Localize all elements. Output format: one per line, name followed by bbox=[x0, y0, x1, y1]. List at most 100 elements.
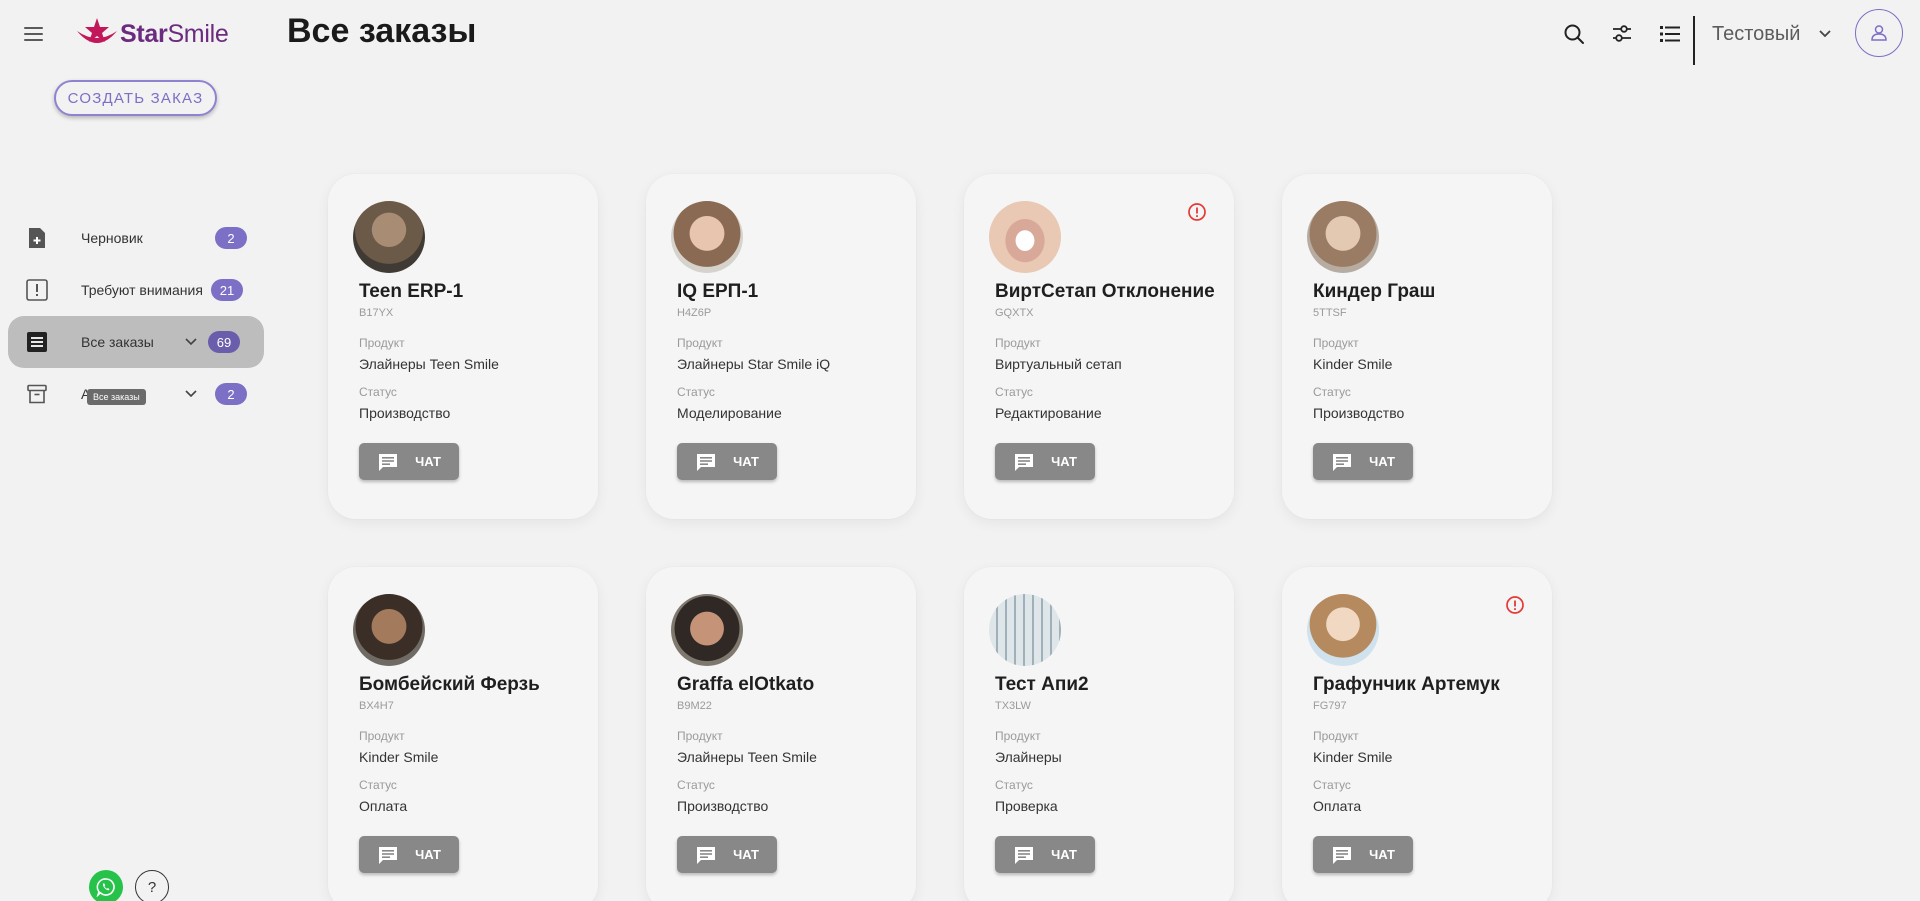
order-code: 5TTSF bbox=[1313, 307, 1347, 319]
chat-button[interactable]: ЧАТ bbox=[359, 443, 459, 480]
order-card[interactable]: Киндер Граш 5TTSF Продукт Kinder Smile Стату… bbox=[1282, 174, 1552, 519]
chat-icon bbox=[1015, 453, 1034, 471]
alert-icon bbox=[1505, 595, 1525, 615]
sidebar-count-badge: 2 bbox=[215, 227, 247, 249]
file-plus-icon bbox=[26, 227, 48, 249]
patient-photo bbox=[671, 201, 743, 273]
chat-icon bbox=[1015, 846, 1034, 864]
sidebar-count-badge: 2 bbox=[215, 383, 247, 405]
status-label: Статус bbox=[995, 778, 1033, 792]
product-label: Продукт bbox=[677, 336, 723, 350]
patient-photo bbox=[353, 594, 425, 666]
order-code: TX3LW bbox=[995, 700, 1031, 712]
order-card[interactable]: Graffa elOtkato B9M22 Продукт Элайнеры Teen… bbox=[646, 567, 916, 901]
chat-button[interactable]: ЧАТ bbox=[677, 443, 777, 480]
tooltip: Все заказы bbox=[87, 389, 146, 405]
product-value: Элайнеры Teen Smile bbox=[359, 356, 499, 372]
product-value: Kinder Smile bbox=[1313, 749, 1393, 765]
chat-button[interactable]: ЧАТ bbox=[1313, 443, 1413, 480]
user-profile-button[interactable] bbox=[1855, 9, 1903, 57]
status-label: Статус bbox=[359, 385, 397, 399]
star-logo-icon bbox=[77, 18, 117, 43]
whatsapp-icon bbox=[96, 878, 115, 897]
patient-photo bbox=[671, 594, 743, 666]
whatsapp-button[interactable] bbox=[89, 870, 123, 901]
order-code: BX4H7 bbox=[359, 700, 394, 712]
chat-button-label: ЧАТ bbox=[733, 847, 759, 862]
status-value: Редактирование bbox=[995, 405, 1102, 421]
product-label: Продукт bbox=[1313, 729, 1359, 743]
user-icon bbox=[1871, 25, 1887, 41]
chat-button-label: ЧАТ bbox=[1051, 454, 1077, 469]
product-label: Продукт bbox=[677, 729, 723, 743]
account-name: Тестовый bbox=[1712, 22, 1801, 45]
logo-text: StarSmile bbox=[120, 19, 229, 48]
order-card[interactable]: Бомбейский Ферзь BX4H7 Продукт Kinder Smile… bbox=[328, 567, 598, 901]
chevron-down-icon[interactable] bbox=[183, 334, 199, 350]
order-name: Тест Апи2 bbox=[995, 674, 1089, 695]
order-card[interactable]: Тест Апи2 TX3LW Продукт Элайнеры Статус Прове… bbox=[964, 567, 1234, 901]
chat-button[interactable]: ЧАТ bbox=[677, 836, 777, 873]
product-value: Kinder Smile bbox=[359, 749, 439, 765]
order-card[interactable]: Графунчик Артемук FG797 Продукт Kinder Smil… bbox=[1282, 567, 1552, 901]
patient-photo bbox=[1307, 201, 1379, 273]
status-label: Статус bbox=[1313, 778, 1351, 792]
status-value: Оплата bbox=[1313, 798, 1362, 814]
order-card[interactable]: Teen ERP-1 B17YX Продукт Элайнеры Teen Smil… bbox=[328, 174, 598, 519]
list-view-icon[interactable] bbox=[1654, 18, 1686, 50]
chat-button[interactable]: ЧАТ bbox=[359, 836, 459, 873]
product-label: Продукт bbox=[1313, 336, 1359, 350]
product-value: Элайнеры Star Smile iQ bbox=[677, 356, 831, 372]
menu-icon[interactable] bbox=[22, 24, 46, 44]
product-label: Продукт bbox=[995, 336, 1041, 350]
product-value: Элайнеры bbox=[995, 749, 1062, 765]
status-label: Статус bbox=[359, 778, 397, 792]
chat-icon bbox=[697, 846, 716, 864]
filter-sliders-icon[interactable] bbox=[1606, 18, 1638, 50]
sidebar-count-badge: 21 bbox=[211, 279, 243, 301]
sidebar-item-label: Требуют внимания bbox=[81, 282, 203, 298]
order-name: Бомбейский Ферзь bbox=[359, 674, 540, 695]
logo[interactable]: StarSmile bbox=[74, 14, 229, 54]
search-icon[interactable] bbox=[1558, 18, 1590, 50]
order-card[interactable]: ВиртСетап Отклонение GQXTX Продукт Виртуаль… bbox=[964, 174, 1234, 519]
chat-button[interactable]: ЧАТ bbox=[995, 443, 1095, 480]
order-code: B17YX bbox=[359, 307, 394, 319]
patient-photo bbox=[1307, 594, 1379, 666]
order-card[interactable]: IQ ЕРП-1 H4Z6P Продукт Элайнеры Star Smile … bbox=[646, 174, 916, 519]
patient-photo bbox=[353, 201, 425, 273]
status-label: Статус bbox=[1313, 385, 1351, 399]
alert-icon bbox=[1187, 202, 1207, 222]
archive-icon bbox=[26, 383, 48, 405]
chat-icon bbox=[379, 846, 398, 864]
sidebar-item-drafts[interactable]: Черновик 2 bbox=[8, 212, 264, 264]
status-value: Моделирование bbox=[677, 405, 782, 421]
sidebar-item-attention[interactable]: Требуют внимания 21 bbox=[8, 264, 264, 316]
help-button[interactable]: ? bbox=[135, 870, 169, 901]
chat-button-label: ЧАТ bbox=[1051, 847, 1077, 862]
chat-button-label: ЧАТ bbox=[415, 847, 441, 862]
product-label: Продукт bbox=[359, 336, 405, 350]
chat-button[interactable]: ЧАТ bbox=[1313, 836, 1413, 873]
create-order-button[interactable]: СОЗДАТЬ ЗАКАЗ bbox=[54, 80, 217, 116]
order-name: Киндер Граш bbox=[1313, 281, 1436, 302]
sidebar-item-label: Черновик bbox=[81, 230, 143, 246]
account-selector[interactable]: Тестовый bbox=[1712, 18, 1832, 50]
product-label: Продукт bbox=[359, 729, 405, 743]
product-value: Элайнеры Teen Smile bbox=[677, 749, 817, 765]
order-code: FG797 bbox=[1313, 700, 1347, 712]
product-value: Виртуальный сетап bbox=[995, 356, 1122, 372]
list-doc-icon bbox=[26, 331, 48, 353]
chat-icon bbox=[697, 453, 716, 471]
patient-photo bbox=[989, 201, 1061, 273]
page-title: Все заказы bbox=[287, 12, 477, 50]
order-name: IQ ЕРП-1 bbox=[677, 281, 759, 302]
status-value: Оплата bbox=[359, 798, 408, 814]
order-name: Графунчик Артемук bbox=[1313, 674, 1500, 695]
order-code: H4Z6P bbox=[677, 307, 712, 319]
chevron-down-icon[interactable] bbox=[183, 386, 199, 402]
sidebar-item-all-orders[interactable]: Все заказы 69 bbox=[8, 316, 264, 368]
order-name: Teen ERP-1 bbox=[359, 281, 464, 302]
status-value: Производство bbox=[677, 798, 769, 814]
chat-button[interactable]: ЧАТ bbox=[995, 836, 1095, 873]
